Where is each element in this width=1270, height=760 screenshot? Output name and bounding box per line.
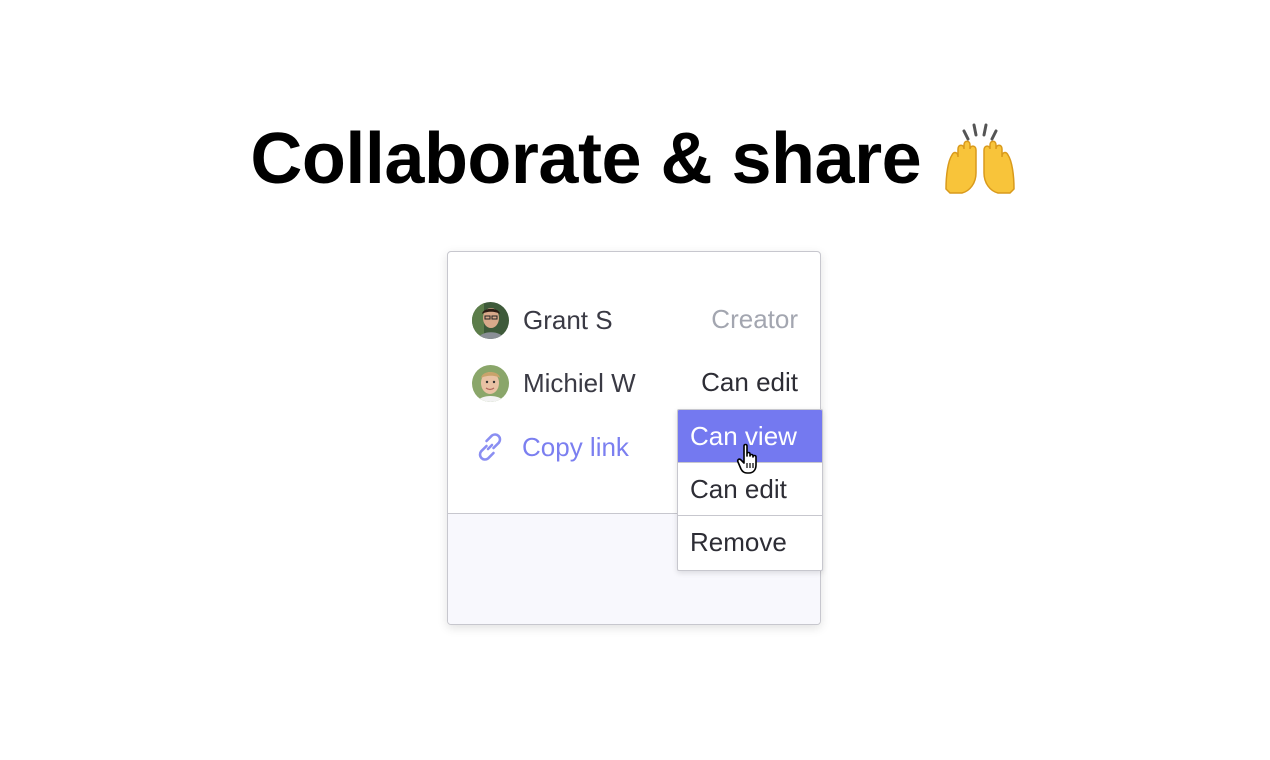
- hand-pointer-cursor-icon: [736, 443, 757, 474]
- member-row-michiel: Michiel W: [472, 363, 636, 403]
- member-role-creator: Creator: [711, 304, 798, 334]
- copy-link-button[interactable]: Copy link: [472, 427, 629, 467]
- copy-link-label: Copy link: [522, 431, 629, 462]
- avatar-michiel: [472, 364, 509, 402]
- member-name: Michiel W: [523, 367, 636, 398]
- headline-title: Collaborate & share: [250, 119, 922, 199]
- dropdown-option-remove[interactable]: Remove: [678, 516, 822, 569]
- role-dropdown-menu: Can view Can edit Remove: [677, 409, 823, 571]
- link-icon: [478, 433, 502, 461]
- headline: Collaborate & share: [0, 114, 1270, 204]
- member-role-dropdown[interactable]: Can edit: [701, 362, 798, 402]
- member-row-grant: Grant S: [472, 300, 613, 340]
- avatar-grant: [472, 301, 509, 339]
- member-name: Grant S: [523, 304, 613, 335]
- raising-hands-icon: [944, 123, 1015, 194]
